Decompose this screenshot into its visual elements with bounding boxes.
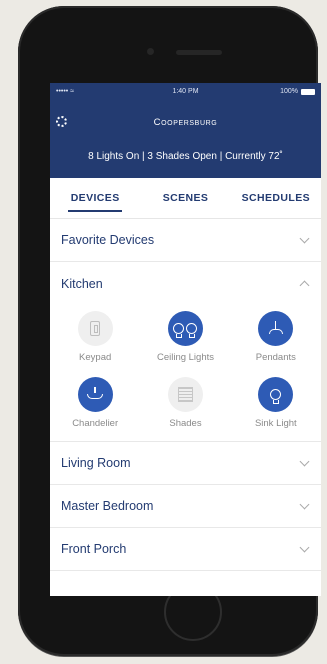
chevron-down-icon: [299, 542, 310, 553]
device-button[interactable]: [77, 311, 113, 346]
chandelier-icon: [86, 386, 104, 403]
device-grid: Keypad Ceiling Lights Pendants Chandelie…: [50, 305, 321, 441]
section-label: Kitchen: [61, 276, 103, 291]
earpiece-speaker: [176, 50, 222, 55]
section-label: Master Bedroom: [61, 499, 154, 513]
status-bar: ••••• ≈ 1:40 PM 100%: [50, 88, 321, 100]
keypad-icon: [90, 321, 101, 336]
section-kitchen[interactable]: Kitchen: [50, 262, 321, 305]
section-label: Favorite Devices: [61, 233, 155, 247]
tab-scenes[interactable]: SCENES: [140, 178, 230, 218]
chevron-down-icon: [299, 233, 310, 244]
section-living-room[interactable]: Living Room: [50, 442, 321, 485]
device-label: Chandelier: [72, 418, 119, 429]
device-sink-light[interactable]: Sink Light: [231, 377, 321, 429]
pendant-icon: [268, 320, 283, 337]
tab-bar: DEVICES SCENES SCHEDULES: [50, 178, 321, 219]
device-label: Shades: [169, 418, 202, 429]
section-label: Front Porch: [61, 542, 127, 556]
section-master-bedroom[interactable]: Master Bedroom: [50, 485, 321, 528]
app-header: ••••• ≈ 1:40 PM 100% Coopersburg 8 Light…: [50, 83, 321, 178]
device-label: Ceiling Lights: [156, 352, 215, 363]
device-keypad[interactable]: Keypad: [50, 311, 140, 363]
battery-percent: 100%: [280, 88, 298, 95]
device-label: Pendants: [255, 352, 296, 363]
home-title: Coopersburg: [153, 117, 218, 128]
device-button[interactable]: [77, 377, 113, 412]
device-label: Keypad: [79, 352, 112, 363]
device-button[interactable]: [258, 311, 294, 346]
battery-icon: [301, 88, 315, 95]
tab-devices[interactable]: DEVICES: [50, 178, 140, 218]
front-camera: [147, 48, 154, 55]
bulb-icon: [270, 389, 282, 404]
device-shades[interactable]: Shades: [140, 377, 230, 429]
device-button[interactable]: [167, 311, 203, 346]
app-screen: ••••• ≈ 1:40 PM 100% Coopersburg 8 Light…: [50, 83, 321, 596]
home-summary: 8 Lights On | 3 Shades Open | Currently …: [88, 151, 283, 162]
device-pendants[interactable]: Pendants: [231, 311, 321, 363]
tab-schedules[interactable]: SCHEDULES: [231, 178, 321, 218]
section-kitchen-panel: Kitchen Keypad Ceiling Lights Pendants C…: [50, 262, 321, 442]
section-label: Living Room: [61, 456, 131, 470]
device-ceiling-lights[interactable]: Ceiling Lights: [140, 311, 230, 363]
device-chandelier[interactable]: Chandelier: [50, 377, 140, 429]
device-button[interactable]: [167, 377, 203, 412]
chevron-down-icon: [299, 499, 310, 510]
section-favorite-devices[interactable]: Favorite Devices: [50, 219, 321, 262]
chevron-down-icon: [299, 456, 310, 467]
chevron-up-icon: [299, 280, 310, 290]
section-front-porch[interactable]: Front Porch: [50, 528, 321, 571]
battery-indicator: 100%: [280, 88, 315, 95]
shades-icon: [177, 387, 193, 402]
device-button[interactable]: [258, 377, 294, 412]
ceiling-lights-icon: [173, 323, 198, 338]
device-label: Sink Light: [254, 418, 297, 429]
